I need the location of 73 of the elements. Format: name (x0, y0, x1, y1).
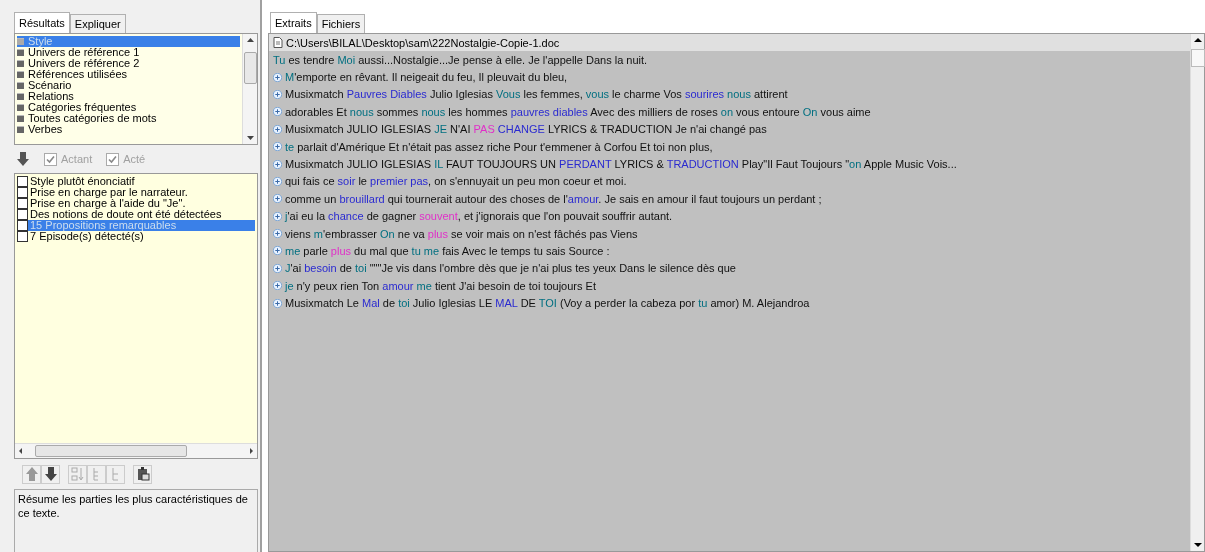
result-item[interactable]: Prise en charge par le narrateur. (17, 187, 255, 198)
checkmark-icon (45, 153, 56, 165)
category-item[interactable]: Relations (17, 91, 240, 102)
expand-icon[interactable] (273, 194, 282, 204)
expand-icon[interactable] (273, 89, 282, 99)
move-down-button[interactable] (41, 464, 60, 484)
category-item[interactable]: Univers de référence 1 (17, 47, 240, 58)
square-icon (17, 60, 24, 67)
extract-sentence[interactable]: M'emporte en rêvant. Il neigeait du feu, Il pleuvait du bleu, (285, 71, 568, 84)
square-icon (17, 71, 24, 78)
square-icon (17, 104, 24, 111)
panel-tab[interactable]: Résultats (14, 12, 70, 33)
extract-sentence[interactable]: adorables Et nous sommes nous les hommes pauvres diables Avec des milliers de roses on vous entoure On vous aime (285, 105, 871, 118)
extract-sentence[interactable]: Tu es tendre Moi aussi...Nostalgie...Je pense à elle. Je l'appelle Dans la nuit. (273, 53, 648, 66)
expand-icon[interactable] (273, 107, 282, 117)
extract-sentence[interactable]: Musixmatch JULIO IGLESIAS IL FAUT TOUJOURS UN PERDANT LYRICS & TRADUCTION Play"Il Faut Toujours "on Apple Music Vois... (285, 158, 957, 171)
paste-button[interactable] (133, 464, 152, 484)
square-icon (17, 115, 24, 122)
expand-icon[interactable] (273, 124, 282, 134)
horizontal-scrollbar[interactable] (15, 443, 257, 458)
result-item[interactable]: Prise en charge à l'aide du "Je". (17, 198, 255, 209)
square-icon (17, 38, 24, 45)
description-text: Résume les parties les plus caractéristiques de ce texte. (14, 489, 258, 552)
down-arrow-icon[interactable] (16, 151, 30, 167)
extract-sentence[interactable]: me parle plus du mal que tu me fais Avec le temps tu sais Source : (285, 245, 610, 257)
extract-sentence[interactable]: viens m'embrasser On ne va plus se voir mais on n'est fâchés pas Viens (285, 227, 638, 240)
expand-icon[interactable] (273, 246, 282, 256)
result-item[interactable]: 7 Episode(s) détecté(s) (17, 231, 255, 242)
sort-icon (70, 466, 85, 482)
expand-icon[interactable] (273, 72, 282, 82)
extract-sentence[interactable]: j'ai eu la chance de gagner souvent, et j'ignorais que l'on pouvait souffrir autant. (285, 210, 673, 223)
extract-sentence[interactable]: J'ai besoin de toi """Je vis dans l'ombre dès que je n'ai plus tes yeux Dans le silence dès que (285, 262, 736, 275)
square-icon (17, 126, 24, 133)
result-item[interactable]: Des notions de doute ont été détectées (17, 209, 255, 220)
panel-tab[interactable]: Extraits (270, 12, 317, 33)
extract-sentence[interactable]: je n'y peux rien Ton amour me tient J'ai besoin de toi toujours Et (285, 279, 596, 292)
square-icon (17, 82, 24, 89)
down-arrow-icon (43, 466, 58, 482)
category-item[interactable]: Catégories fréquentes (17, 102, 240, 113)
expand-icon[interactable] (273, 281, 282, 291)
category-item[interactable]: Verbes (17, 124, 240, 135)
clipboard-icon (135, 466, 150, 482)
panel-tab[interactable]: Expliquer (69, 14, 126, 33)
file-path: C:\Users\BILAL\Desktop\sam\222Nostalgie-Copie-1.doc (286, 36, 560, 49)
extract-sentence[interactable]: te parlait d'Amérique Et n'était pas assez riche Pour t'emmener à Corfou Et toi non plus, (285, 140, 713, 153)
scroll-thumb[interactable] (243, 52, 257, 84)
category-item[interactable]: Références utilisées (17, 69, 240, 80)
scrollbar[interactable] (1190, 34, 1204, 551)
expand-icon[interactable] (273, 211, 282, 221)
expand-icon[interactable] (273, 263, 282, 273)
scroll-thumb[interactable] (1190, 49, 1205, 67)
category-item[interactable]: Scénario (17, 80, 240, 91)
extract-sentence[interactable]: Musixmatch JULIO IGLESIAS JE N'AI PAS CHANGE LYRICS & TRADUCTION Je n'ai changé pas (285, 123, 767, 136)
expand-icon[interactable] (273, 176, 282, 186)
expand-icon[interactable] (273, 229, 282, 239)
extract-sentence[interactable]: qui fais ce soir le premier pas, on s'ennuyait un peu mon coeur et moi. (285, 175, 627, 188)
extract-sentence[interactable]: Musixmatch Le Mal de toi Julio Iglesias LE MAL DE TOI (Voy a perder la cabeza por tu amor) M. Alejandroa (285, 297, 810, 310)
square-icon (17, 93, 24, 100)
category-item[interactable]: Univers de référence 2 (17, 58, 240, 69)
expand-icon[interactable] (273, 142, 282, 152)
scroll-thumb[interactable] (35, 445, 187, 457)
checkmark-icon (107, 153, 119, 165)
up-arrow-icon (24, 466, 39, 482)
extract-sentence[interactable]: Musixmatch Pauvres Diables Julio Iglesias Vous les femmes, vous le charme Vos sourires nous attirent (285, 88, 788, 101)
panel-tab[interactable]: Fichiers (316, 14, 366, 33)
category-item[interactable]: Toutes catégories de mots (17, 113, 240, 124)
extract-sentence[interactable]: comme un brouillard qui tournerait autour des choses de l'amour. Je sais en amour il faut toujours un perdant ; (285, 192, 822, 205)
expand-icon[interactable] (273, 159, 282, 169)
scrollbar[interactable] (242, 34, 257, 144)
square-icon (17, 49, 24, 56)
expand-icon[interactable] (273, 298, 282, 308)
document-icon (273, 37, 283, 48)
result-item[interactable]: Style plutôt énonciatif (17, 176, 255, 187)
